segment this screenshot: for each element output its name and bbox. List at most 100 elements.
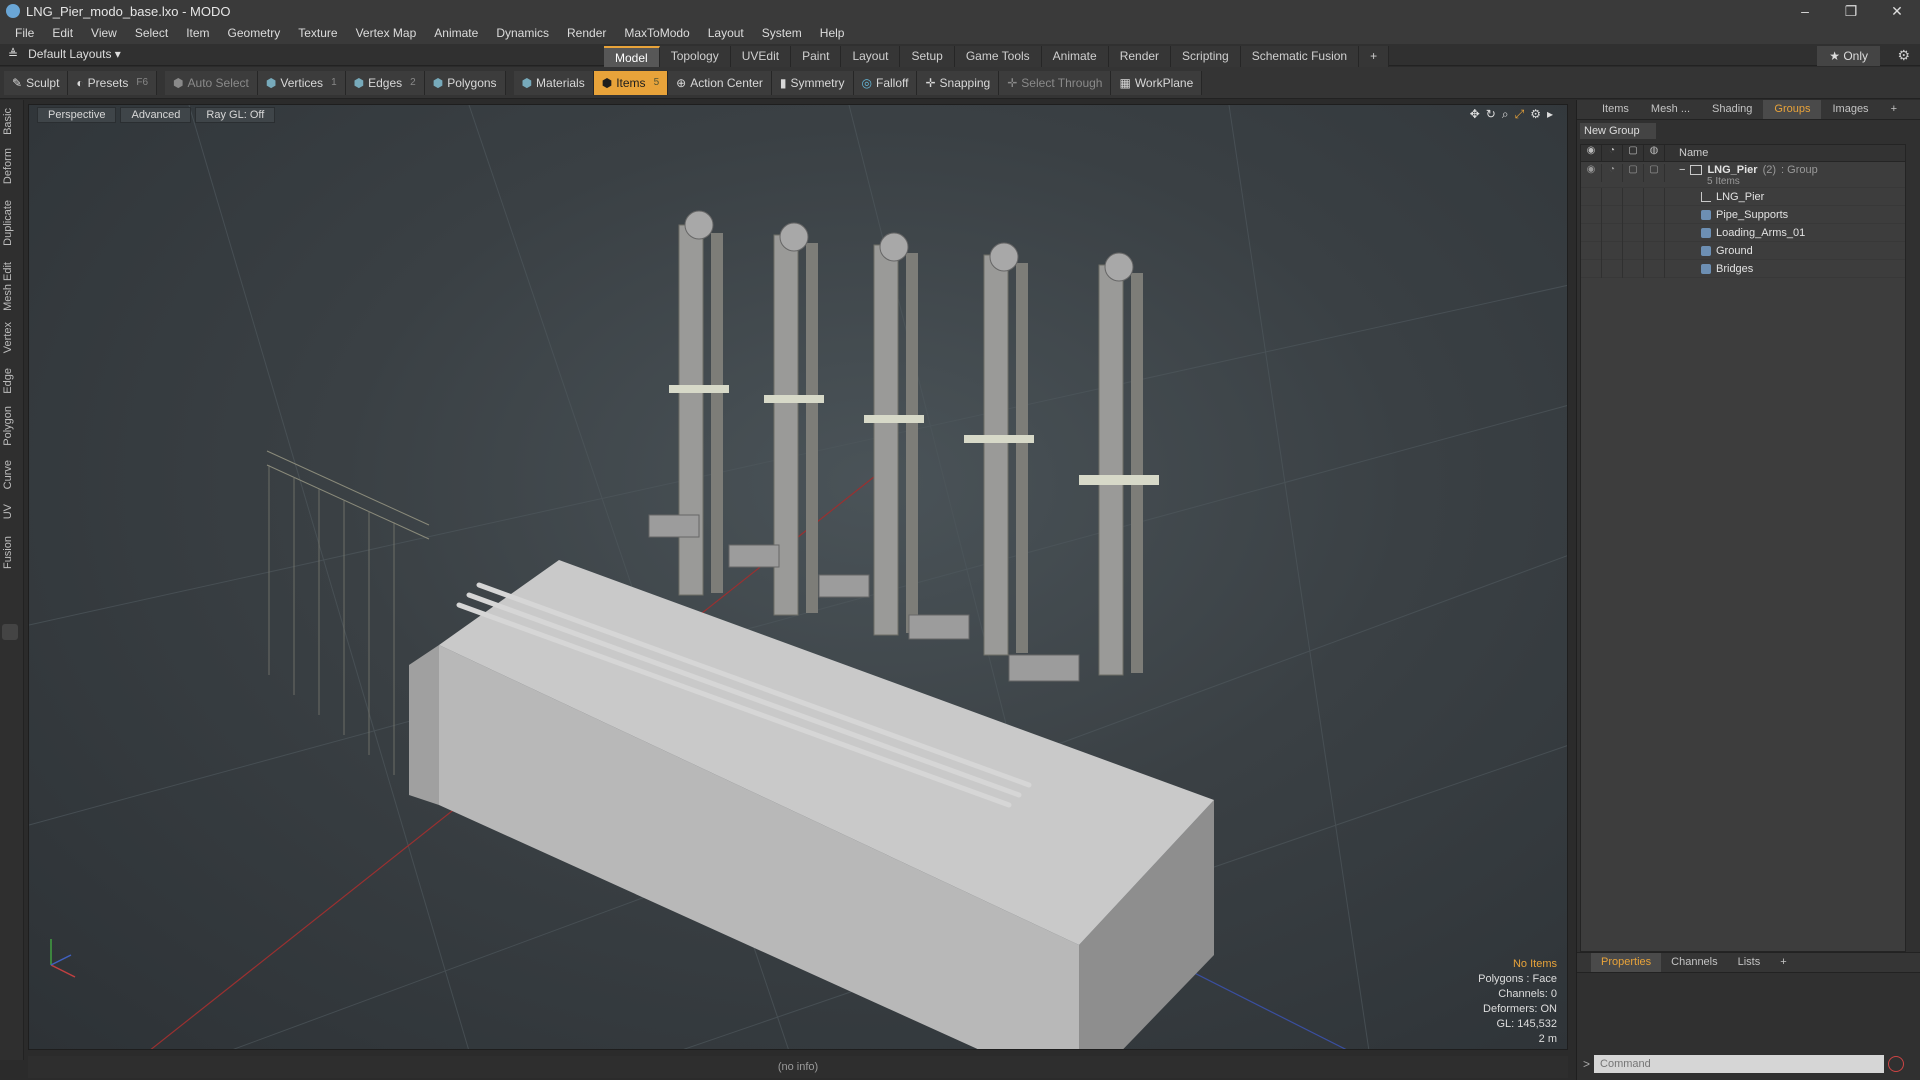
- list-item[interactable]: LNG_Pier: [1581, 187, 1905, 206]
- minimize-button[interactable]: –: [1782, 0, 1828, 22]
- groups-list: ◉ ◔ ▢ ◍ Name ◉ ◔ ▢ ▢ − LNG_Pier (2) : Gr…: [1580, 144, 1906, 952]
- vertices-button[interactable]: ⬢ Vertices 1: [257, 70, 346, 95]
- layout-selector[interactable]: ≜ Default Layouts ▾: [8, 47, 121, 61]
- tab-render[interactable]: Render: [1108, 46, 1172, 68]
- left-tab-deform[interactable]: Deform: [2, 148, 14, 184]
- viewport-info: No Items Polygons : Face Channels: 0 Def…: [1478, 957, 1557, 1047]
- select-through-button[interactable]: ✛ Select Through: [999, 70, 1112, 95]
- menu-vertex-map[interactable]: Vertex Map: [347, 26, 426, 40]
- tab-game-tools[interactable]: Game Tools: [954, 46, 1042, 68]
- presets-button[interactable]: ◐ Presets F6: [68, 70, 158, 95]
- tab-topology[interactable]: Topology: [659, 46, 731, 68]
- group-row-lng-pier[interactable]: ◉ ◔ ▢ ▢ − LNG_Pier (2) : Group 5 Items: [1581, 162, 1905, 188]
- menu-maxtomodo[interactable]: MaxToModo: [615, 26, 698, 40]
- tab-add-panel[interactable]: +: [1880, 100, 1908, 119]
- tab-schematic-fusion[interactable]: Schematic Fusion: [1240, 46, 1360, 68]
- group-type: : Group: [1781, 164, 1818, 176]
- auto-select-label: Auto Select: [187, 75, 249, 90]
- menu-animate[interactable]: Animate: [425, 26, 487, 40]
- tab-paint[interactable]: Paint: [791, 46, 842, 68]
- raygl-button[interactable]: Ray GL: Off: [195, 107, 276, 123]
- advanced-button[interactable]: Advanced: [120, 107, 192, 123]
- menu-render[interactable]: Render: [558, 26, 615, 40]
- left-tab-edge[interactable]: Edge: [2, 368, 14, 394]
- items-button[interactable]: ⬢ Items 5: [593, 70, 669, 95]
- maximize-icon[interactable]: ⤢: [1515, 107, 1525, 122]
- snapping-button[interactable]: ✛ Snapping: [917, 70, 1000, 95]
- symmetry-button[interactable]: ▮ Symmetry: [771, 70, 854, 95]
- materials-button[interactable]: ⬢ Materials: [513, 70, 594, 95]
- workplane-button[interactable]: ▦ WorkPlane: [1111, 70, 1203, 95]
- list-item[interactable]: Ground: [1581, 241, 1905, 260]
- menu-edit[interactable]: Edit: [43, 26, 82, 40]
- tab-uvedit[interactable]: UVEdit: [730, 46, 792, 68]
- only-button[interactable]: ★ Only: [1817, 46, 1880, 66]
- action-center-button[interactable]: ⊕ Action Center: [668, 70, 772, 95]
- viewport-settings-icon[interactable]: ⚙: [1530, 107, 1541, 122]
- polygons-button[interactable]: ⬢ Polygons: [424, 70, 506, 95]
- command-record-icon[interactable]: [1888, 1056, 1905, 1072]
- perspective-button[interactable]: Perspective: [37, 107, 117, 123]
- left-tab-mesh-edit[interactable]: Mesh Edit: [2, 262, 14, 311]
- left-tab-vertex[interactable]: Vertex: [2, 322, 14, 353]
- tab-items[interactable]: Items: [1591, 100, 1640, 119]
- pan-icon[interactable]: ✥: [1470, 107, 1480, 122]
- left-tab-basic[interactable]: Basic: [2, 108, 14, 135]
- tab-model[interactable]: Model: [604, 46, 660, 68]
- tab-setup[interactable]: Setup: [900, 46, 955, 68]
- menu-item[interactable]: Item: [177, 26, 218, 40]
- left-tab-uv[interactable]: UV: [2, 504, 14, 519]
- lock-toggle-icon[interactable]: ▢: [1623, 164, 1644, 182]
- tab-add[interactable]: +: [1359, 46, 1390, 68]
- 3d-viewport[interactable]: Perspective Advanced Ray GL: Off ✥ ↻ ⌕ ⤢…: [28, 104, 1568, 1050]
- left-tab-duplicate[interactable]: Duplicate: [2, 200, 14, 246]
- tab-animate[interactable]: Animate: [1041, 46, 1109, 68]
- tab-add-properties[interactable]: +: [1770, 953, 1796, 972]
- tab-lists[interactable]: Lists: [1728, 953, 1771, 972]
- close-button[interactable]: ✕: [1874, 0, 1920, 22]
- tab-images[interactable]: Images: [1821, 100, 1879, 119]
- left-tab-fusion[interactable]: Fusion: [2, 536, 14, 569]
- tab-shading[interactable]: Shading: [1701, 100, 1763, 119]
- left-panel-toggle[interactable]: [2, 624, 18, 640]
- list-item[interactable]: Loading_Arms_01: [1581, 223, 1905, 242]
- restore-button[interactable]: ❐: [1828, 0, 1874, 22]
- tab-mesh[interactable]: Mesh ...: [1640, 100, 1701, 119]
- left-tab-curve[interactable]: Curve: [2, 460, 14, 489]
- tab-properties[interactable]: Properties: [1591, 953, 1662, 972]
- menu-texture[interactable]: Texture: [289, 26, 346, 40]
- menu-bar: File Edit View Select Item Geometry Text…: [0, 22, 1920, 44]
- list-item[interactable]: Pipe_Supports: [1581, 205, 1905, 224]
- menu-help[interactable]: Help: [811, 26, 854, 40]
- menu-system[interactable]: System: [753, 26, 811, 40]
- gear-icon[interactable]: ⚙: [1897, 47, 1910, 64]
- tab-scripting[interactable]: Scripting: [1171, 46, 1241, 68]
- menu-layout[interactable]: Layout: [699, 26, 753, 40]
- select-toggle-icon[interactable]: ▢: [1644, 164, 1665, 182]
- visibility-toggle-icon[interactable]: ◉: [1581, 164, 1602, 182]
- sculpt-button[interactable]: ✎ Sculpt: [4, 70, 69, 95]
- falloff-button[interactable]: ◎ Falloff: [853, 70, 918, 95]
- menu-select[interactable]: Select: [126, 26, 177, 40]
- zoom-icon[interactable]: ⌕: [1502, 107, 1509, 122]
- collapse-icon[interactable]: −: [1679, 164, 1685, 176]
- edges-button[interactable]: ⬢ Edges 2: [345, 70, 425, 95]
- lock-col-icon: ▢: [1623, 144, 1644, 162]
- tab-channels[interactable]: Channels: [1661, 953, 1727, 972]
- viewport-menu-arrow-icon[interactable]: ▸: [1547, 107, 1553, 122]
- rotate-icon[interactable]: ↻: [1486, 107, 1496, 122]
- menu-geometry[interactable]: Geometry: [219, 26, 290, 40]
- menu-view[interactable]: View: [82, 26, 126, 40]
- auto-select-button[interactable]: ⬢ Auto Select: [165, 70, 258, 95]
- polygons-label: Polygons: [447, 75, 497, 90]
- left-tab-polygon[interactable]: Polygon: [2, 406, 14, 446]
- render-toggle-icon[interactable]: ◔: [1602, 164, 1623, 182]
- tab-layout[interactable]: Layout: [841, 46, 901, 68]
- materials-icon: ⬢: [521, 75, 533, 90]
- new-group-button[interactable]: New Group: [1580, 123, 1656, 139]
- menu-file[interactable]: File: [6, 26, 43, 40]
- tab-groups[interactable]: Groups: [1763, 100, 1822, 119]
- list-item[interactable]: Bridges: [1581, 259, 1905, 278]
- menu-dynamics[interactable]: Dynamics: [487, 26, 558, 40]
- command-input[interactable]: [1594, 1055, 1885, 1073]
